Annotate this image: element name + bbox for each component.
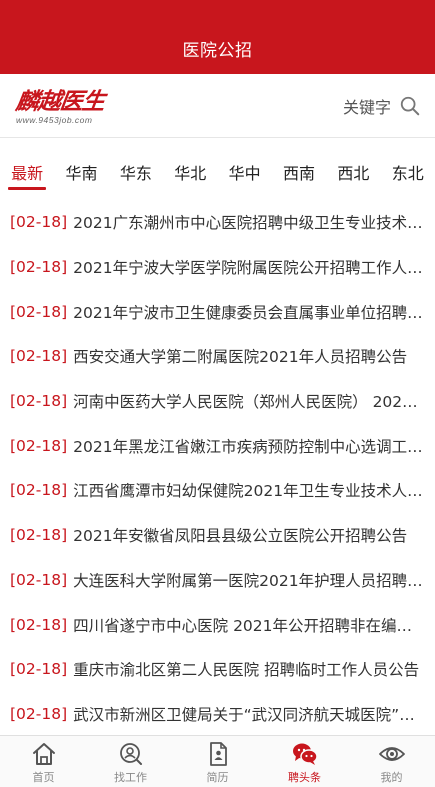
nav-label: 找工作	[114, 771, 147, 784]
region-tabs: 最新 华南 华东 华北 华中 西南 西北 东北	[0, 139, 435, 190]
list-item[interactable]: [02-18] 四川省遂宁市中心医院 2021年公开招聘非在编人员公告	[0, 602, 435, 647]
logo-url: www.9453job.com	[16, 115, 93, 125]
item-date: [02-18]	[10, 392, 68, 411]
nav-resume[interactable]: 简历	[174, 736, 261, 787]
search-icon	[400, 96, 420, 116]
keyword-label: 关键字	[342, 98, 391, 117]
item-date: [02-18]	[10, 660, 68, 679]
item-date: [02-18]	[10, 302, 68, 321]
item-title: 2021年宁波市卫生健康委员会直属事业单位招聘公告	[73, 303, 423, 322]
list-item[interactable]: [02-18] 大连医科大学附属第一医院2021年护理人员招聘公告	[0, 558, 435, 603]
list-item[interactable]: [02-18] 江西省鹰潭市妇幼保健院2021年卫生专业技术人员招聘公告	[0, 468, 435, 513]
item-date: [02-18]	[10, 258, 68, 277]
item-date: [02-18]	[10, 704, 68, 723]
nav-profile[interactable]: 我的	[348, 736, 435, 787]
tab-northeast[interactable]: 东北	[381, 139, 435, 189]
item-date: [02-18]	[10, 213, 68, 232]
tab-latest[interactable]: 最新	[0, 139, 54, 190]
nav-label: 简历	[206, 771, 229, 784]
list-item[interactable]: [02-18] 武汉市新洲区卫健局关于“武汉同济航天城医院”招聘公告	[0, 692, 435, 735]
list-item[interactable]: [02-18] 河南中医药大学人民医院（郑州人民医院） 2021年招聘公告	[0, 379, 435, 424]
item-title: 河南中医药大学人民医院（郑州人民医院） 2021年招聘公告	[73, 393, 423, 412]
list-item[interactable]: [02-18] 2021年安徽省凤阳县县级公立医院公开招聘公告	[0, 513, 435, 558]
home-icon	[32, 743, 55, 765]
resume-icon	[209, 742, 227, 766]
tab-southwest[interactable]: 西南	[272, 139, 326, 189]
list-item[interactable]: [02-18] 2021年宁波大学医学院附属医院公开招聘工作人员公告	[0, 245, 435, 290]
item-date: [02-18]	[10, 347, 68, 366]
tab-north-china[interactable]: 华北	[163, 139, 217, 189]
item-date: [02-18]	[10, 570, 68, 589]
item-title: 重庆市渝北区第二人民医院 招聘临时工作人员公告	[73, 661, 420, 680]
list-item[interactable]: [02-18] 2021年宁波市卫生健康委员会直属事业单位招聘公告	[0, 289, 435, 334]
nav-find-job[interactable]: 找工作	[87, 736, 174, 787]
find-job-icon	[119, 743, 142, 765]
tab-central-china[interactable]: 华中	[218, 139, 272, 189]
item-title: 江西省鹰潭市妇幼保健院2021年卫生专业技术人员招聘公告	[73, 482, 423, 501]
nav-home[interactable]: 首页	[0, 736, 87, 787]
list-item[interactable]: [02-18] 2021年黑龙江省嫩江市疾病预防控制中心选调工作人员公告	[0, 423, 435, 468]
page-title: 医院公招	[182, 41, 253, 61]
tab-northwest[interactable]: 西北	[326, 139, 380, 189]
nav-label: 聘头条	[288, 771, 321, 784]
search-row: 麟越医生 www.9453job.com 关键字	[0, 74, 435, 138]
bottom-nav: 首页 找工作 简历 聘头条 我的	[0, 735, 435, 787]
item-date: [02-18]	[10, 481, 68, 500]
nav-label: 我的	[380, 771, 403, 784]
item-title: 西安交通大学第二附属医院2021年人员招聘公告	[73, 348, 408, 367]
headlines-icon	[292, 743, 318, 765]
item-title: 武汉市新洲区卫健局关于“武汉同济航天城医院”招聘公告	[73, 705, 423, 724]
list-item[interactable]: [02-18] 2021广东潮州市中心医院招聘中级卫生专业技术人员公告	[0, 200, 435, 245]
list-item[interactable]: [02-18] 西安交通大学第二附属医院2021年人员招聘公告	[0, 334, 435, 379]
brand-logo[interactable]: 麟越医生 www.9453job.com	[14, 88, 126, 130]
item-date: [02-18]	[10, 615, 68, 634]
logo-text: 麟越医生	[14, 88, 106, 115]
item-title: 2021广东潮州市中心医院招聘中级卫生专业技术人员公告	[73, 214, 423, 233]
item-title: 2021年宁波大学医学院附属医院公开招聘工作人员公告	[73, 259, 423, 278]
profile-eye-icon	[378, 747, 405, 761]
tab-south-china[interactable]: 华南	[54, 139, 108, 189]
nav-headlines[interactable]: 聘头条	[261, 736, 348, 787]
app-header: 医院公招	[0, 0, 435, 74]
keyword-search-button[interactable]: 关键字	[343, 94, 421, 118]
item-title: 2021年安徽省凤阳县县级公立医院公开招聘公告	[73, 527, 408, 546]
item-title: 2021年黑龙江省嫩江市疾病预防控制中心选调工作人员公告	[73, 437, 423, 456]
article-list: [02-18] 2021广东潮州市中心医院招聘中级卫生专业技术人员公告 [02-1…	[0, 200, 435, 735]
nav-label: 首页	[32, 771, 55, 784]
tab-east-china[interactable]: 华东	[109, 139, 163, 189]
item-title: 大连医科大学附属第一医院2021年护理人员招聘公告	[73, 571, 423, 590]
item-title: 四川省遂宁市中心医院 2021年公开招聘非在编人员公告	[73, 616, 423, 635]
item-date: [02-18]	[10, 436, 68, 455]
list-item[interactable]: [02-18] 重庆市渝北区第二人民医院 招聘临时工作人员公告	[0, 647, 435, 692]
item-date: [02-18]	[10, 526, 68, 545]
